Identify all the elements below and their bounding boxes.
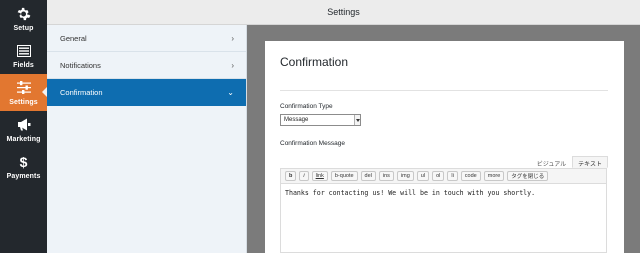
qt-ins-button[interactable]: ins (378, 171, 394, 181)
qt-del-button[interactable]: del (360, 171, 376, 181)
megaphone-icon (16, 117, 32, 133)
top-header: Settings (47, 0, 640, 25)
sliders-icon (16, 80, 32, 96)
submenu-item-label: General (60, 33, 87, 43)
rail-item-setup[interactable]: Setup (0, 0, 47, 37)
submenu-item-general[interactable]: General › (47, 25, 246, 52)
tab-visual[interactable]: ビジュアル (531, 156, 572, 168)
rail-item-label: Fields (13, 61, 34, 69)
submenu-item-confirmation[interactable]: Confirmation ⌄ (47, 79, 246, 106)
page-title: Settings (327, 7, 360, 17)
rail-item-label: Marketing (6, 135, 41, 143)
rail-item-fields[interactable]: Fields (0, 37, 47, 74)
divider (280, 90, 608, 91)
editor-tabs: ビジュアル テキスト (531, 156, 608, 168)
qt-bold-button[interactable]: b (285, 171, 297, 181)
rail-item-payments[interactable]: $ Payments (0, 148, 47, 185)
qt-blockquote-button[interactable]: b-quote (330, 171, 358, 181)
qt-ul-button[interactable]: ul (416, 171, 430, 181)
select-arrow-icon (354, 115, 360, 125)
select-value: Message (284, 117, 309, 123)
submenu-item-label: Notifications (60, 60, 101, 70)
submenu-item-label: Confirmation (60, 87, 103, 97)
qt-li-button[interactable]: li (447, 171, 458, 181)
left-nav-rail: Setup Fields Settings Marketing $ Paymen… (0, 0, 47, 253)
qt-italic-button[interactable]: i (299, 171, 309, 181)
confirmation-type-label: Confirmation Type (280, 103, 333, 110)
qt-ol-button[interactable]: ol (432, 171, 445, 181)
qt-link-button[interactable]: link (311, 171, 328, 181)
message-textarea[interactable]: Thanks for contacting us! We will be in … (281, 184, 606, 202)
settings-submenu: General › Notifications › Confirmation ⌄ (47, 25, 247, 253)
chevron-right-icon: › (231, 33, 234, 43)
chevron-right-icon: › (231, 60, 234, 70)
confirmation-type-select[interactable]: Message (280, 114, 361, 126)
qt-more-button[interactable]: more (483, 171, 505, 181)
panel-title: Confirmation (280, 55, 349, 69)
rail-item-label: Payments (6, 172, 41, 180)
qt-img-button[interactable]: img (396, 171, 414, 181)
rail-item-marketing[interactable]: Marketing (0, 111, 47, 148)
message-editor: b i link b-quote del ins img ul ol li co… (280, 168, 607, 253)
dollar-icon: $ (19, 153, 28, 170)
list-icon (16, 43, 32, 59)
tab-text[interactable]: テキスト (572, 156, 608, 168)
rail-item-label: Setup (13, 24, 34, 32)
rail-item-label: Settings (9, 98, 38, 106)
confirmation-message-label: Confirmation Message (280, 140, 346, 147)
rail-item-settings[interactable]: Settings (0, 74, 47, 111)
submenu-item-notifications[interactable]: Notifications › (47, 52, 246, 79)
chevron-down-icon: ⌄ (227, 87, 234, 97)
qt-code-button[interactable]: code (460, 171, 481, 181)
qt-close-tags-button[interactable]: タグを閉じる (507, 171, 549, 181)
quicktags-toolbar: b i link b-quote del ins img ul ol li co… (281, 169, 606, 184)
gear-icon (16, 6, 32, 22)
main-content: Confirmation Confirmation Type Message C… (247, 25, 640, 253)
confirmation-panel: Confirmation Confirmation Type Message C… (265, 41, 624, 253)
